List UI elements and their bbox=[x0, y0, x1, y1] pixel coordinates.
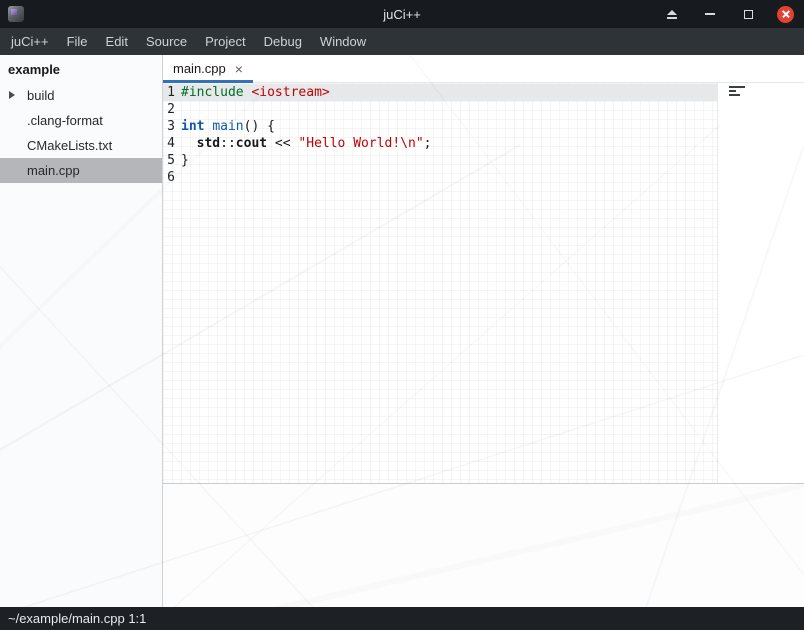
line-number: 1 bbox=[163, 84, 175, 101]
shade-button[interactable] bbox=[663, 5, 681, 23]
eject-icon bbox=[667, 10, 677, 15]
menu-item-window[interactable]: Window bbox=[311, 28, 375, 55]
code-token bbox=[181, 136, 197, 151]
tree-item-label: .clang-format bbox=[27, 113, 103, 128]
minimap[interactable] bbox=[729, 86, 745, 98]
tree-item-label: main.cpp bbox=[27, 163, 80, 178]
tree-item-cmakelists-txt[interactable]: CMakeLists.txt bbox=[0, 133, 162, 158]
tree-item-build[interactable]: build bbox=[0, 83, 162, 108]
tree-item-label: build bbox=[27, 88, 54, 103]
line-number: 3 bbox=[163, 118, 175, 135]
menubar: juCi++FileEditSourceProjectDebugWindow bbox=[0, 28, 804, 55]
code-line-4[interactable]: 4 std::cout << "Hello World!\n"; bbox=[163, 135, 804, 152]
code-text: int main() { bbox=[181, 118, 275, 135]
menu-item-edit[interactable]: Edit bbox=[97, 28, 137, 55]
code-editor[interactable]: 1#include <iostream>23int main() {4 std:… bbox=[163, 83, 804, 483]
minimize-icon bbox=[705, 13, 715, 15]
code-token: cout bbox=[236, 136, 267, 151]
juci-window: juCi++ juCi++FileEditSourceProjectDebugW… bbox=[0, 0, 804, 630]
code-token: "Hello World!\n" bbox=[298, 136, 423, 151]
code-token: <iostream> bbox=[251, 85, 329, 100]
tree-item-clang-format[interactable]: .clang-format bbox=[0, 108, 162, 133]
content-area: example build .clang-format CMakeLists.txt… bbox=[0, 55, 804, 607]
code-text: std::cout << "Hello World!\n"; bbox=[181, 135, 431, 152]
code-text: } bbox=[181, 152, 189, 169]
menu-item-source[interactable]: Source bbox=[137, 28, 196, 55]
menu-item-file[interactable]: File bbox=[58, 28, 97, 55]
file-tree-panel: example build .clang-format CMakeLists.txt… bbox=[0, 55, 163, 607]
code-line-6[interactable]: 6 bbox=[163, 169, 804, 186]
code-token: () { bbox=[244, 119, 275, 134]
project-root-label[interactable]: example bbox=[0, 55, 162, 83]
code-token: :: bbox=[220, 136, 236, 151]
tab-main-cpp[interactable]: main.cpp × bbox=[163, 55, 253, 82]
maximize-button[interactable] bbox=[739, 5, 757, 23]
line-number: 5 bbox=[163, 152, 175, 169]
minimap-mark bbox=[729, 90, 736, 92]
window-controls bbox=[663, 0, 794, 28]
expander-icon[interactable] bbox=[9, 91, 15, 99]
line-number: 6 bbox=[163, 169, 175, 186]
output-pane[interactable] bbox=[163, 484, 804, 607]
tree-item-main-cpp[interactable]: main.cpp bbox=[0, 158, 162, 183]
minimap-mark bbox=[729, 94, 740, 96]
code-line-3[interactable]: 3 int main() { bbox=[163, 118, 804, 135]
code-token: << bbox=[267, 136, 298, 151]
eject-icon-bar bbox=[667, 17, 677, 19]
statusbar: ~/example/main.cpp 1:1 bbox=[0, 607, 804, 630]
code-text: #include <iostream> bbox=[181, 84, 330, 101]
app-icon bbox=[8, 6, 24, 22]
line-number: 4 bbox=[163, 135, 175, 152]
code-token: ; bbox=[424, 136, 432, 151]
status-file-position: ~/example/main.cpp 1:1 bbox=[8, 611, 146, 626]
code-line-5[interactable]: 5} bbox=[163, 152, 804, 169]
file-tree: build .clang-format CMakeLists.txt main.cpp bbox=[0, 83, 162, 183]
minimize-button[interactable] bbox=[701, 5, 719, 23]
menu-item-juci[interactable]: juCi++ bbox=[2, 28, 58, 55]
line-number: 2 bbox=[163, 101, 175, 118]
close-button[interactable] bbox=[777, 6, 794, 23]
code-line-1[interactable]: 1 #include <iostream> bbox=[163, 84, 804, 101]
main-panel: main.cpp × 1 #include <iostream> 23 int main… bbox=[163, 55, 804, 607]
minimap-mark bbox=[729, 86, 745, 88]
code-line-2[interactable]: 2 bbox=[163, 101, 804, 118]
editor-lines: 1#include <iostream>23int main() {4 std:… bbox=[163, 84, 804, 186]
titlebar: juCi++ bbox=[0, 0, 804, 28]
tab-label: main.cpp bbox=[173, 61, 226, 76]
code-token: } bbox=[181, 153, 189, 168]
code-token: main bbox=[212, 119, 243, 134]
code-token: std bbox=[197, 136, 220, 151]
code-token: int bbox=[181, 119, 204, 134]
menu-item-project[interactable]: Project bbox=[196, 28, 254, 55]
tab-close-icon[interactable]: × bbox=[235, 62, 243, 76]
code-token: #include bbox=[181, 85, 244, 100]
tree-item-label: CMakeLists.txt bbox=[27, 138, 112, 153]
menu-item-debug[interactable]: Debug bbox=[255, 28, 311, 55]
maximize-icon bbox=[744, 10, 753, 19]
tabbar: main.cpp × bbox=[163, 55, 804, 83]
